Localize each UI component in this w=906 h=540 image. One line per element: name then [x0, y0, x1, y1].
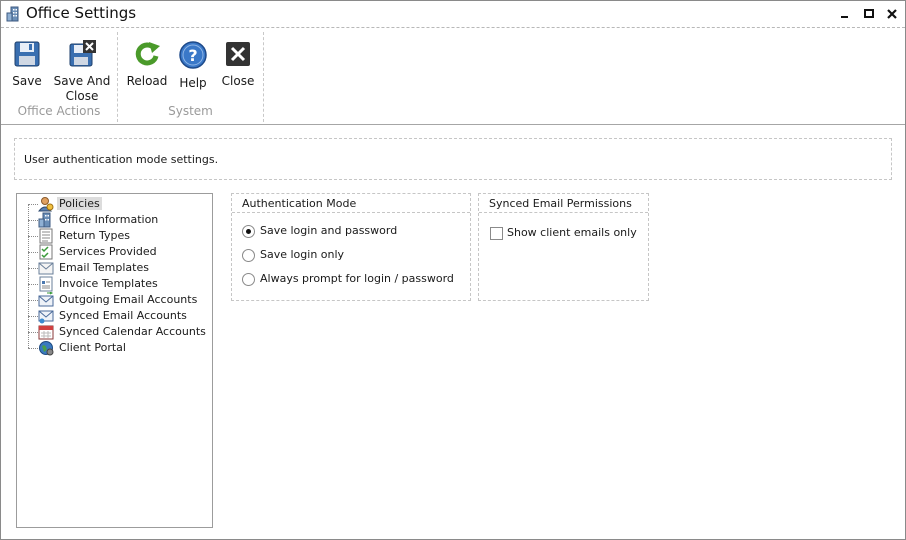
tree-item-label: Policies — [57, 197, 102, 210]
outgoing-mail-icon — [38, 292, 54, 307]
radio-button-checked[interactable] — [242, 225, 255, 238]
checkbox-box[interactable] — [490, 227, 503, 240]
save-button[interactable]: Save — [7, 36, 47, 89]
floppy-disk-icon — [14, 41, 40, 67]
authentication-mode-header: Authentication Mode — [232, 194, 470, 213]
radio-save-login-and-password[interactable]: Save login and password — [242, 224, 462, 240]
show-client-emails-only-checkbox[interactable]: Show client emails only — [490, 226, 640, 242]
close-icon — [226, 42, 250, 66]
synced-email-permissions-panel: Synced Email Permissions Show client ema… — [478, 193, 649, 301]
radio-save-login-only[interactable]: Save login only — [242, 248, 462, 264]
help-icon: ? — [179, 41, 207, 69]
tree-item-client-portal[interactable]: Client Portal — [28, 340, 208, 356]
save-button-label: Save — [12, 74, 42, 88]
tree-item-label: Synced Calendar Accounts — [59, 325, 206, 338]
tree-item-services-provided[interactable]: Services Provided — [28, 244, 208, 260]
minimize-button[interactable] — [838, 7, 852, 21]
synced-email-permissions-title: Synced Email Permissions — [489, 197, 632, 210]
window-close-button[interactable] — [885, 7, 899, 21]
office-actions-group-label: Office Actions — [17, 104, 101, 118]
synced-email-permissions-header: Synced Email Permissions — [479, 194, 648, 213]
tree-item-label: Email Templates — [59, 261, 149, 274]
title-bar: Office Settings — [1, 1, 905, 28]
synced-mail-icon — [38, 310, 54, 324]
ribbon-group-system: Reload ? Help Close System — [118, 32, 264, 122]
svg-text:?: ? — [188, 46, 197, 65]
save-close-icon — [69, 40, 96, 67]
document-list-icon — [39, 228, 53, 244]
office-settings-window: Office Settings Save Save And Close Offi… — [0, 0, 906, 540]
radio-button-unchecked[interactable] — [242, 273, 255, 286]
system-group-label: System — [168, 104, 213, 118]
tree-item-policies[interactable]: Policies — [28, 196, 208, 212]
tree-item-label: Synced Email Accounts — [59, 309, 187, 322]
globe-icon — [39, 341, 54, 356]
help-button-label: Help — [179, 76, 207, 90]
radio-label: Save login only — [260, 248, 345, 261]
radio-always-prompt[interactable]: Always prompt for login / password — [242, 272, 462, 288]
close-button-label: Close — [221, 74, 255, 88]
tree-item-synced-calendar-accounts[interactable]: Synced Calendar Accounts — [28, 324, 208, 340]
save-and-close-button[interactable]: Save And Close — [53, 36, 111, 104]
tree-item-invoice-templates[interactable]: Invoice Templates — [28, 276, 208, 292]
tree-item-outgoing-email-accounts[interactable]: Outgoing Email Accounts — [28, 292, 208, 308]
checkbox-label: Show client emails only — [507, 226, 637, 239]
save-and-close-button-label: Save And Close — [53, 74, 111, 103]
tree-item-return-types[interactable]: Return Types — [28, 228, 208, 244]
settings-tree[interactable]: Policies Office Information Return Types — [16, 193, 213, 528]
authentication-mode-title: Authentication Mode — [242, 197, 357, 210]
radio-label: Save login and password — [260, 224, 398, 237]
help-button[interactable]: ? Help — [174, 36, 212, 91]
tree-item-label: Client Portal — [59, 341, 126, 354]
authentication-mode-panel: Authentication Mode Save login and passw… — [231, 193, 471, 301]
radio-label: Always prompt for login / password — [260, 272, 454, 285]
email-template-icon — [38, 262, 54, 275]
maximize-button[interactable] — [862, 7, 876, 21]
radio-button-unchecked[interactable] — [242, 249, 255, 262]
calendar-icon — [38, 325, 54, 340]
reload-button-label: Reload — [126, 74, 168, 88]
info-bar: User authentication mode settings. — [14, 138, 892, 180]
ribbon-group-office-actions: Save Save And Close Office Actions — [1, 32, 118, 122]
building-icon — [38, 212, 51, 228]
tree-item-label: Office Information — [59, 213, 159, 226]
tree-item-synced-email-accounts[interactable]: Synced Email Accounts — [28, 308, 208, 324]
building-icon — [6, 6, 19, 22]
tree-item-office-information[interactable]: Office Information — [28, 212, 208, 228]
tree-item-email-templates[interactable]: Email Templates — [28, 260, 208, 276]
policies-icon — [38, 197, 54, 212]
invoice-icon — [39, 276, 53, 292]
tree-item-label: Outgoing Email Accounts — [59, 293, 198, 306]
reload-icon — [135, 42, 160, 66]
tree-item-label: Return Types — [59, 229, 130, 242]
tree-item-label: Invoice Templates — [59, 277, 158, 290]
info-text: User authentication mode settings. — [24, 153, 219, 166]
close-button[interactable]: Close — [218, 36, 258, 89]
window-title: Office Settings — [26, 4, 137, 22]
tree-item-label: Services Provided — [59, 245, 157, 258]
checklist-icon — [39, 244, 53, 260]
ribbon: Save Save And Close Office Actions Reloa… — [1, 28, 905, 125]
reload-button[interactable]: Reload — [126, 36, 168, 89]
